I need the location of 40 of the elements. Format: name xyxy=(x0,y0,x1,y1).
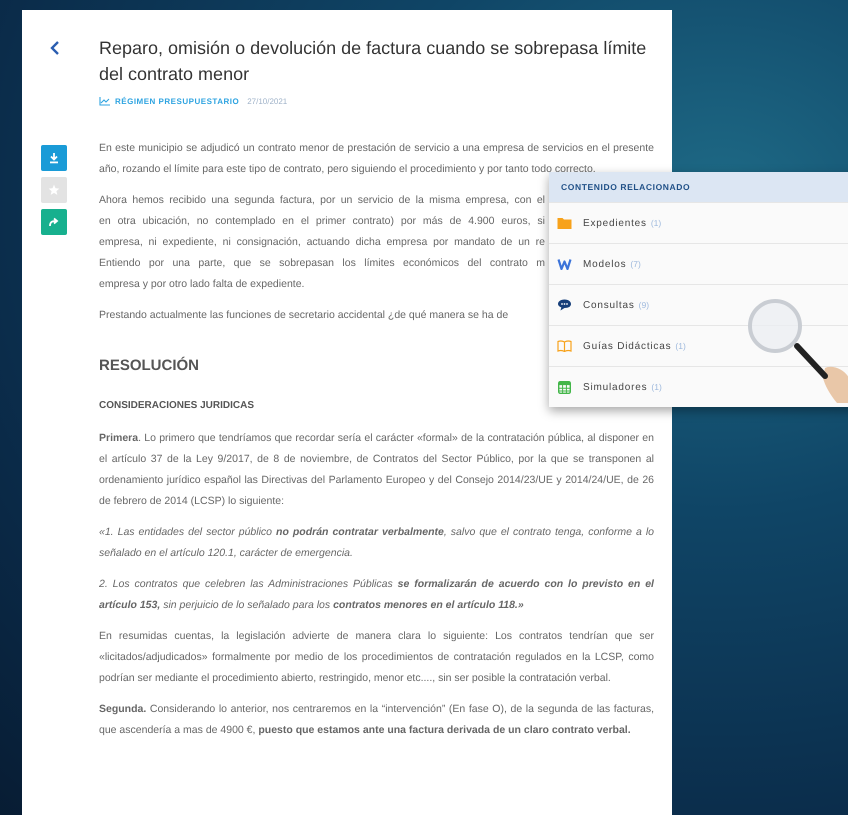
download-icon xyxy=(48,152,60,164)
item-label: Simuladores xyxy=(583,382,648,392)
share-button[interactable] xyxy=(41,209,67,235)
item-label: Expedientes xyxy=(583,218,647,228)
calculator-icon xyxy=(557,380,572,394)
quoted-paragraph: «1. Las entidades del sector público no podrán contratar verbalmente, salvo que el contrato tenga, conforme a lo señalado en el artículo 120.1, carácter de emergencia. xyxy=(99,525,654,561)
section-heading: RESOLUCIÓN xyxy=(99,356,200,376)
open-book-icon xyxy=(557,340,572,352)
paragraph-line: empresa y por otro lado falta de expediente. xyxy=(99,277,306,292)
line-chart-icon xyxy=(99,97,110,106)
article-title: Reparo, omisión o devolución de factura cuando se sobrepasa límite del contrato menor xyxy=(99,37,648,86)
item-label: Consultas xyxy=(583,300,635,310)
related-item[interactable]: Expedientes (1) xyxy=(549,202,848,243)
download-button[interactable] xyxy=(41,145,67,171)
publish-date: 27/10/2021 xyxy=(247,97,288,106)
paragraph-line: empresa, ni expediente, ni consignación, actuando dicha empresa por mandato de un re xyxy=(99,235,545,250)
body-paragraph: En resumidas cuentas, la legislación advierte de manera clara lo siguiente: Los contratos tendrían que ser «licitados/adjudicados» formalmente por medio de los procedimientos de contratación regulados en la LCSP, como podrían ser mediante el procedimiento abierto, restringido, menor etc...., sin ser posible la contratación verbal. xyxy=(99,629,654,686)
item-label: Modelos xyxy=(583,258,626,270)
item-label: Guías Didácticas xyxy=(583,340,672,352)
document-w-icon xyxy=(557,258,572,270)
body-paragraph: Primera. Lo primero que tendríamos que recordar sería el carácter «formal» de la contratación pública, al disponer en el artículo 37 de la Ley 9/2017, de 8 de noviembre, de Contratos del Sector Público, por la que se transponen al ordenamiento jurídico español las Directivas del Parlamento Europeo y del Consejo 2014/23/UE y 2014/24/UE, de 26 de febrero de 2014 (LCSP) lo siguiente: xyxy=(99,431,654,509)
panel-header: CONTENIDO RELACIONADO xyxy=(549,172,848,202)
paragraph-line: Ahora hemos recibido una segunda factura, por un servicio de la misma empresa, con el xyxy=(99,193,545,208)
paragraph-line: Prestando actualmente las funciones de secretario accidental ¿de qué manera se ha de xyxy=(99,308,510,323)
item-count: (9) xyxy=(638,300,650,310)
paragraph-line: en otra ubicación, no contemplado en el primer contrato) por más de 4.900 euros, si xyxy=(99,214,545,229)
item-count: (1) xyxy=(675,341,686,351)
share-icon xyxy=(48,216,60,228)
item-count: (1) xyxy=(650,218,662,228)
related-item[interactable]: Modelos (7) xyxy=(549,243,848,284)
subsection-heading: CONSIDERACIONES JURIDICAS xyxy=(99,399,256,413)
chat-bubble-icon xyxy=(557,299,572,311)
back-chevron-icon[interactable] xyxy=(50,40,60,56)
item-count: (1) xyxy=(651,382,662,392)
quoted-paragraph: 2. Los contratos que celebren las Administraciones Públicas se formalizarán de acuerdo con lo previsto en el artículo 153, sin perjuicio de lo señalado para los contratos menores en el artículo 118.» xyxy=(99,577,654,613)
paragraph-line: Entiendo por una parte, que se sobrepasan los límites económicos del contrato m xyxy=(99,256,545,271)
body-paragraph: Segunda. Considerando lo anterior, nos centraremos en la “intervención” (En fase O), de la segunda de las facturas, que ascendería a mas de 4900 €, puesto que estamos ante una factura derivada de un claro contrato verbal. xyxy=(99,702,654,738)
item-count: (7) xyxy=(630,259,641,269)
star-icon xyxy=(48,184,60,196)
folder-icon xyxy=(557,217,572,229)
